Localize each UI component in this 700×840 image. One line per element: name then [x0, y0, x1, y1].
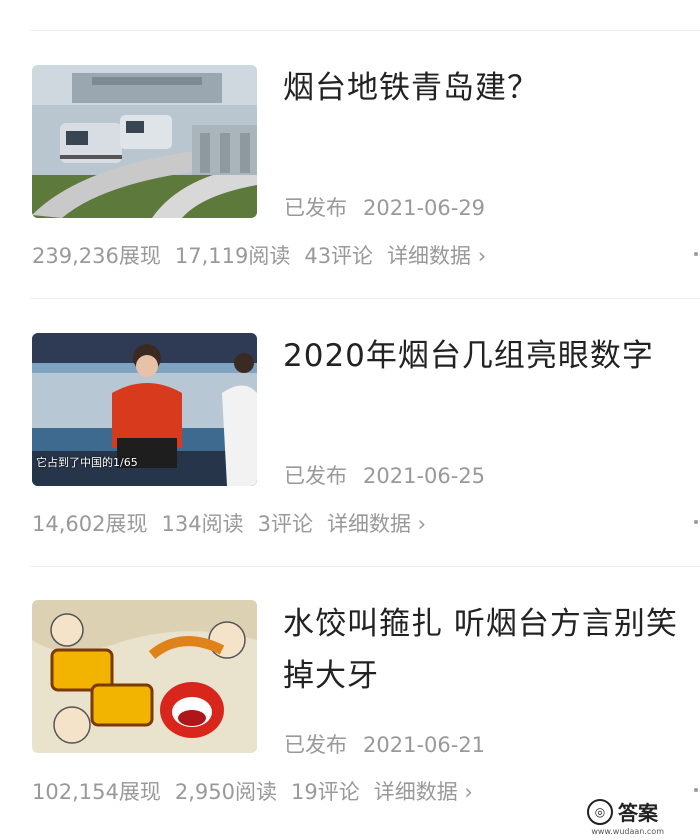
- article-status: 已发布 2021-06-21: [284, 729, 485, 759]
- detail-data-link[interactable]: 详细数据 ›: [374, 780, 473, 804]
- article-title[interactable]: 2020年烟台几组亮眼数字: [283, 330, 700, 382]
- reads-count: 2,950阅读: [174, 780, 277, 804]
- comments-count: 19评论: [290, 780, 360, 804]
- reads-count: 134阅读: [161, 512, 244, 536]
- divider-2: [30, 566, 700, 567]
- article-title[interactable]: 烟台地铁青岛建？: [283, 62, 700, 114]
- watermark-url: www.wudaan.com: [591, 827, 664, 836]
- article-thumbnail-metro-train[interactable]: [32, 65, 257, 218]
- article-status: 已发布 2021-06-25: [284, 460, 485, 490]
- article-thumbnail-tv-interview[interactable]: 它占到了中国的1/65: [32, 333, 257, 486]
- views-count: 239,236展现: [32, 244, 161, 268]
- publish-status: 已发布: [284, 196, 347, 220]
- comments-count: 43评论: [304, 244, 374, 268]
- detail-data-link[interactable]: 详细数据 ›: [327, 512, 426, 536]
- more-options-icon[interactable]: [694, 520, 698, 524]
- answer-logo-icon: ◎: [587, 798, 613, 825]
- publish-date: 2021-06-25: [363, 464, 486, 488]
- views-count: 102,154展现: [32, 780, 161, 804]
- detail-data-link[interactable]: 详细数据 ›: [387, 244, 486, 268]
- article-stats: 14,602展现 134阅读 3评论 详细数据 ›: [32, 508, 440, 538]
- more-options-icon[interactable]: [694, 252, 698, 256]
- thumbnail-caption: 它占到了中国的1/65: [36, 456, 138, 469]
- views-count: 14,602展现: [32, 512, 148, 536]
- article-title[interactable]: 水饺叫箍扎 听烟台方言别笑掉大牙: [283, 598, 700, 702]
- publish-date: 2021-06-21: [363, 733, 486, 757]
- article-stats: 102,154展现 2,950阅读 19评论 详细数据 ›: [32, 776, 487, 806]
- reads-count: 17,119阅读: [174, 244, 291, 268]
- more-options-icon[interactable]: [694, 788, 698, 792]
- publish-status: 已发布: [284, 733, 347, 757]
- comments-count: 3评论: [257, 512, 313, 536]
- article-stats: 239,236展现 17,119阅读 43评论 详细数据 ›: [32, 240, 500, 270]
- publish-date: 2021-06-29: [363, 196, 486, 220]
- watermark-logo: ◎ 答案: [587, 797, 658, 826]
- article-thumbnail-dialect-show[interactable]: [32, 600, 257, 753]
- article-status: 已发布 2021-06-29: [284, 192, 485, 222]
- divider-1: [30, 298, 700, 299]
- divider-top: [30, 30, 700, 31]
- publish-status: 已发布: [284, 464, 347, 488]
- watermark-text: 答案: [618, 801, 658, 825]
